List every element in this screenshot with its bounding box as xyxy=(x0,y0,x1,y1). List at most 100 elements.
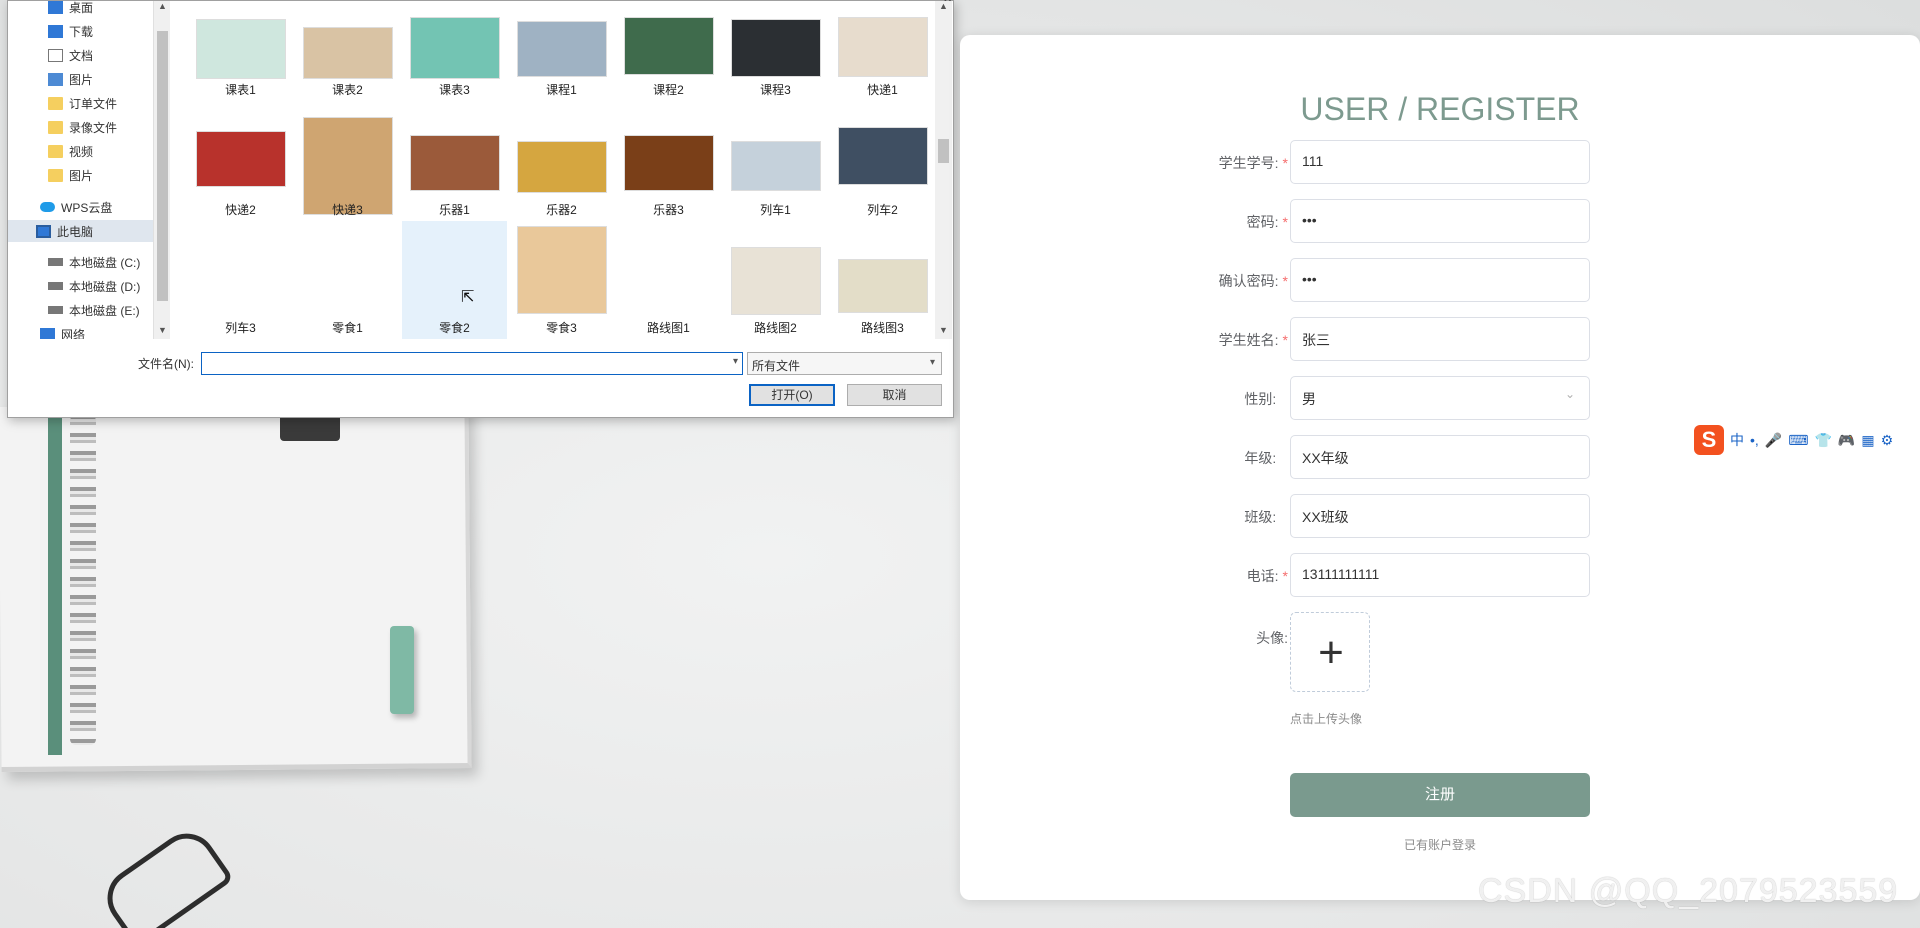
punctuation-icon[interactable]: •, xyxy=(1750,432,1759,448)
folder-icon xyxy=(48,96,63,110)
scroll-thumb[interactable] xyxy=(157,31,168,301)
file-tile[interactable]: 快递1 xyxy=(830,1,935,119)
file-tile[interactable]: 课表1 xyxy=(188,1,293,119)
form-row: 电话: * 13111111111 xyxy=(960,553,1920,597)
file-thumbnail xyxy=(838,17,928,77)
microphone-icon[interactable]: 🎤 xyxy=(1765,432,1782,449)
field-label: 确认密码: * xyxy=(1219,271,1288,291)
form-input[interactable]: XX年级 xyxy=(1290,435,1590,479)
form-row: 学生姓名: * 张三 xyxy=(960,317,1920,361)
login-link[interactable]: 已有账户登录 xyxy=(1290,836,1590,853)
filename-input[interactable]: ▾ xyxy=(201,352,743,375)
eraser-illustration xyxy=(390,626,414,714)
file-tile[interactable]: 乐器2 xyxy=(509,111,614,229)
scroll-down-icon[interactable]: ▼ xyxy=(158,325,167,335)
document-icon xyxy=(48,48,63,62)
scroll-up-icon[interactable]: ▲ xyxy=(939,1,948,11)
input-value: XX年级 xyxy=(1302,450,1349,466)
form-input[interactable]: ••• xyxy=(1290,258,1590,302)
file-label: 路线图3 xyxy=(861,321,904,335)
required-marker: * xyxy=(1282,332,1288,348)
nav-item[interactable]: 图片📌 xyxy=(48,68,93,90)
file-tile[interactable]: 零食1 xyxy=(295,221,400,339)
file-thumbnail xyxy=(410,135,500,191)
field-label-text: 年级: xyxy=(1244,450,1277,466)
cancel-button[interactable]: 取消 xyxy=(847,384,942,406)
file-label: 列车1 xyxy=(760,203,791,217)
file-open-dialog: × 桌面📌下载📌文档📌图片📌订单文件录像文件视频图片WPS云盘此电脑本地磁盘 (… xyxy=(7,0,954,418)
keyboard-icon[interactable]: ⌨ xyxy=(1788,432,1808,449)
file-tile[interactable]: 快递3 xyxy=(295,111,400,229)
register-button[interactable]: 注册 xyxy=(1290,773,1590,817)
nav-item[interactable]: WPS云盘 xyxy=(40,196,112,218)
skin-icon[interactable]: 👕 xyxy=(1814,432,1831,449)
nav-item[interactable]: 桌面📌 xyxy=(48,1,93,18)
form-row: 性别: 男 ⌄ xyxy=(960,376,1920,420)
field-label: 电话: * xyxy=(1247,566,1288,586)
file-tile[interactable]: 路线图2 xyxy=(723,221,828,339)
nav-item-label: WPS云盘 xyxy=(61,200,113,215)
nav-item[interactable]: 图片 xyxy=(48,164,93,186)
game-icon[interactable]: 🎮 xyxy=(1838,432,1855,449)
file-tile[interactable]: 快递2 xyxy=(188,111,293,229)
nav-item[interactable]: 本地磁盘 (D:) xyxy=(48,275,140,297)
nav-item[interactable]: 录像文件 xyxy=(48,116,117,138)
file-tile[interactable]: 课程2 xyxy=(616,1,721,119)
form-input[interactable]: 张三 xyxy=(1290,317,1590,361)
file-tile[interactable]: 课表2 xyxy=(295,1,400,119)
form-input[interactable]: 13111111111 xyxy=(1290,553,1590,597)
file-tile[interactable]: 课程3 xyxy=(723,1,828,119)
nav-item[interactable]: 本地磁盘 (E:) xyxy=(48,299,140,321)
nav-item[interactable]: 本地磁盘 (C:) xyxy=(48,251,140,273)
file-tile[interactable]: 乐器1 xyxy=(402,111,507,229)
file-tile[interactable]: 路线图1 xyxy=(616,221,721,339)
file-tile[interactable]: 零食2 xyxy=(402,221,507,339)
nav-item-label: 录像文件 xyxy=(69,120,118,135)
grid-scrollbar[interactable]: ▲ ▼ xyxy=(935,1,952,339)
file-label: 列车3 xyxy=(225,321,256,335)
filetype-select[interactable]: 所有文件 ▾ xyxy=(747,352,942,375)
file-thumbnail xyxy=(731,19,821,77)
scroll-thumb[interactable] xyxy=(938,139,949,163)
file-tile[interactable]: 路线图3 xyxy=(830,221,935,339)
notebook-spine xyxy=(48,405,62,755)
form-input[interactable]: ••• xyxy=(1290,199,1590,243)
nav-item[interactable]: 订单文件 xyxy=(48,92,117,114)
file-thumbnail xyxy=(624,17,714,75)
open-button[interactable]: 打开(O) xyxy=(749,384,835,406)
avatar-upload[interactable]: + xyxy=(1290,612,1370,692)
field-label-text: 确认密码: xyxy=(1218,273,1279,289)
file-tile[interactable]: 列车3 xyxy=(188,221,293,339)
nav-scrollbar[interactable]: ▲ ▼ xyxy=(153,1,170,339)
nav-item[interactable]: 下载📌 xyxy=(48,20,93,42)
grid-icon[interactable]: ▦ xyxy=(1861,432,1874,449)
scroll-up-icon[interactable]: ▲ xyxy=(158,1,167,11)
chevron-down-icon: ▾ xyxy=(929,357,935,368)
file-tile[interactable]: 零食3 xyxy=(509,221,614,339)
nav-item[interactable]: 文档📌 xyxy=(48,44,93,66)
nav-item[interactable]: 视频 xyxy=(48,140,93,162)
chevron-down-icon: ⌄ xyxy=(1564,387,1575,401)
nav-item[interactable]: 网络 xyxy=(40,323,85,339)
nav-item[interactable]: 此电脑 xyxy=(8,220,153,242)
form-row: 学生学号: * 111 xyxy=(960,140,1920,184)
folder-icon xyxy=(48,120,63,134)
gender-select[interactable]: 男 ⌄ xyxy=(1290,376,1590,420)
nav-item-label: 本地磁盘 (C:) xyxy=(69,255,141,270)
chinese-mode-icon[interactable]: 中 xyxy=(1730,430,1744,450)
form-input[interactable]: 111 xyxy=(1290,140,1590,184)
settings-icon[interactable]: ⚙ xyxy=(1881,432,1894,449)
file-tile[interactable]: 乐器3 xyxy=(616,111,721,229)
file-tile[interactable]: 列车1 xyxy=(723,111,828,229)
scroll-down-icon[interactable]: ▼ xyxy=(939,325,948,335)
form-input[interactable]: XX班级 xyxy=(1290,494,1590,538)
file-tile[interactable]: 列车2 xyxy=(830,111,935,229)
chevron-down-icon[interactable]: ▾ xyxy=(733,356,738,367)
nav-item-label: 下载 xyxy=(69,24,94,39)
sogou-logo-icon[interactable]: S xyxy=(1694,425,1724,455)
mouse-cursor-icon: ⇱ xyxy=(461,289,475,306)
file-tile[interactable]: 课表3 xyxy=(402,1,507,119)
file-tile[interactable]: 课程1 xyxy=(509,1,614,119)
required-marker: * xyxy=(1282,214,1288,230)
field-label-text: 学生姓名: xyxy=(1218,332,1279,348)
